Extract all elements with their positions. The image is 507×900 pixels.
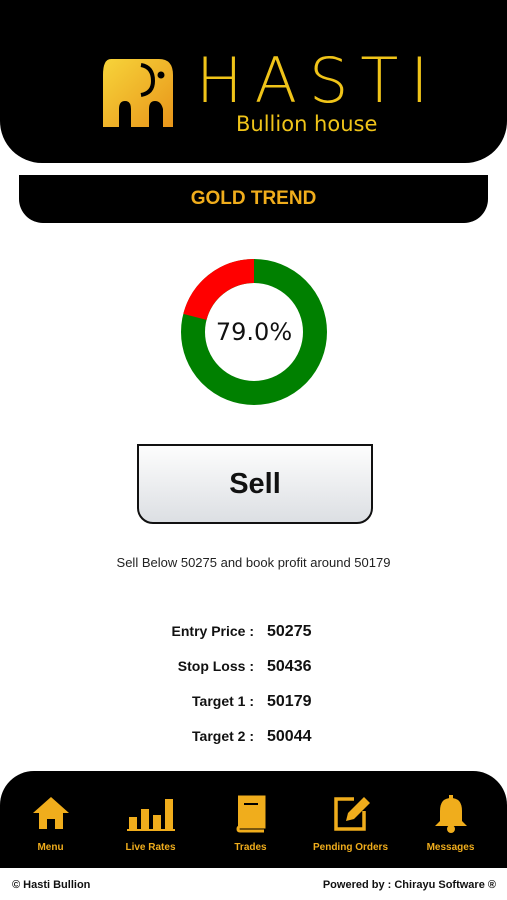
stat-label: Target 1 : (192, 693, 254, 709)
app-header: HASTI Bullion house (0, 0, 507, 163)
stat-label: Entry Price : (171, 623, 254, 639)
page-title-bar: GOLD TREND (19, 175, 488, 223)
book-icon (235, 795, 265, 833)
stat-row-entry-price: Entry Price : 50275 (0, 623, 507, 645)
nav-label: Trades (234, 842, 267, 853)
stat-label: Target 2 : (192, 728, 254, 744)
footer-copyright: © Hasti Bullion (12, 879, 91, 891)
nav-label: Pending Orders (312, 842, 388, 853)
nav-label: Messages (426, 842, 475, 853)
bar-chart-icon (126, 799, 175, 831)
brand-name: HASTI (196, 44, 441, 117)
stat-row-target-1: Target 1 : 50179 (0, 693, 507, 715)
bell-icon (434, 795, 467, 833)
nav-item-messages[interactable]: Messages (400, 771, 501, 868)
elephant-logo-icon (103, 59, 173, 127)
footer-powered-by: Powered by : Chirayu Software ® (322, 879, 496, 891)
trend-percent: 79.0% (215, 318, 293, 346)
nav-label: Menu (37, 842, 64, 853)
page-title: GOLD TREND (190, 188, 317, 209)
bottom-navigation: Menu Live Rates Trades Pending Orders Me… (0, 771, 507, 868)
stat-value: 50275 (267, 623, 312, 640)
nav-item-pending-orders[interactable]: Pending Orders (300, 771, 401, 868)
stat-row-target-2: Target 2 : 50044 (0, 728, 507, 750)
nav-item-trades[interactable]: Trades (200, 771, 301, 868)
edit-icon (333, 797, 370, 831)
home-icon (32, 797, 69, 829)
stat-value: 50044 (267, 728, 312, 745)
nav-item-live-rates[interactable]: Live Rates (100, 771, 201, 868)
stat-value: 50179 (267, 693, 312, 710)
sell-button[interactable]: Sell (137, 444, 373, 524)
nav-label: Live Rates (125, 842, 176, 853)
stat-label: Stop Loss : (177, 658, 254, 674)
stat-row-stop-loss: Stop Loss : 50436 (0, 658, 507, 680)
trade-advice: Sell Below 50275 and book profit around … (116, 555, 391, 570)
nav-item-menu[interactable]: Menu (0, 771, 101, 868)
brand-subtitle: Bullion house (236, 112, 378, 136)
stat-value: 50436 (267, 658, 312, 675)
